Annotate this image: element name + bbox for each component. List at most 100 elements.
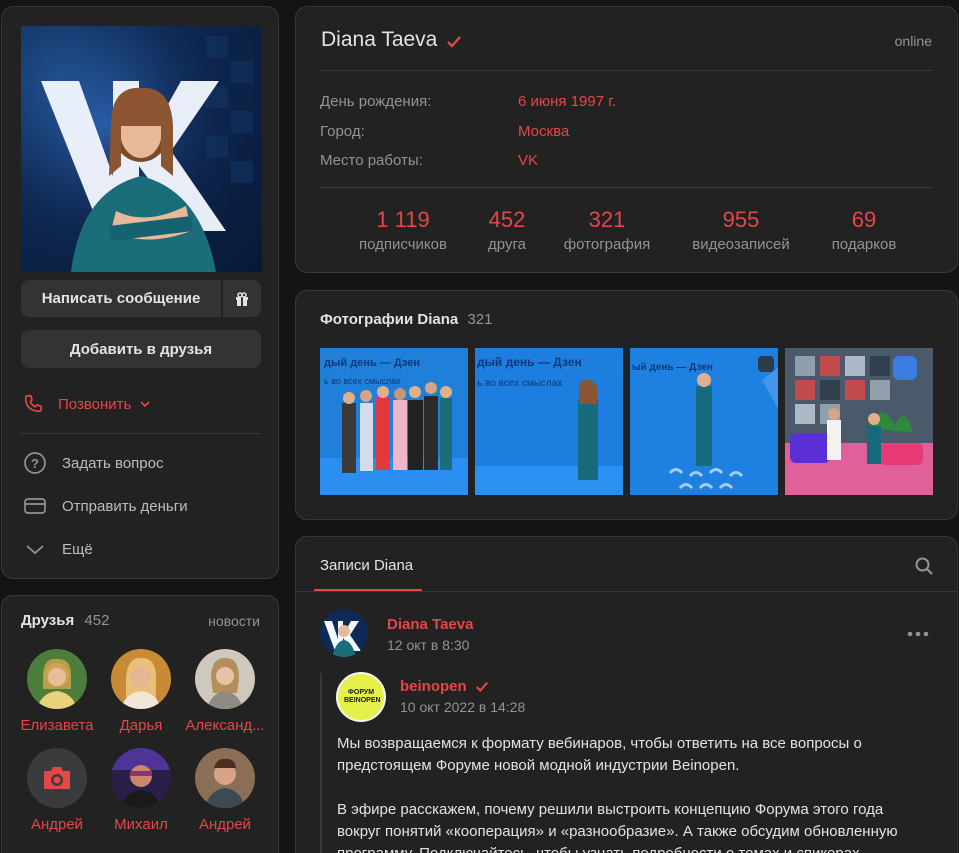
- stat-videos[interactable]: 955 видеозаписей: [679, 207, 803, 253]
- friends-count: 452: [84, 612, 110, 629]
- add-friend-label: Добавить в друзья: [69, 340, 213, 358]
- friend-name: Елизавета: [20, 717, 94, 734]
- work-link[interactable]: VK: [518, 152, 538, 169]
- repost-author-avatar[interactable]: ФОРУМ BEINOPEN: [336, 672, 386, 722]
- friend-name: Дарья: [119, 717, 163, 734]
- divider: [320, 187, 933, 188]
- friend-item[interactable]: Александ...: [183, 649, 267, 734]
- tab-wall-posts[interactable]: Записи Diana: [320, 557, 413, 574]
- friend-avatar: [195, 649, 255, 709]
- profile-photo[interactable]: [21, 26, 262, 272]
- wallet-icon: [24, 498, 46, 514]
- chevron-down-icon: [26, 545, 44, 555]
- write-message-label: Написать сообщение: [41, 290, 201, 307]
- info-label: Место работы:: [320, 152, 423, 169]
- ask-question-label: Задать вопрос: [62, 454, 164, 472]
- friend-name: Андрей: [198, 816, 252, 833]
- profile-photo-image: [21, 26, 262, 272]
- write-message-button[interactable]: Написать сообщение: [21, 280, 221, 317]
- search-icon[interactable]: [914, 556, 934, 576]
- more-options-icon[interactable]: [907, 631, 929, 637]
- friend-avatar: [195, 748, 255, 808]
- photo-thumbnail[interactable]: [785, 348, 933, 495]
- verified-check-icon: [475, 681, 488, 692]
- profile-info-card: Diana Taeva online День рождения: 6 июня …: [295, 6, 958, 273]
- friends-header[interactable]: Друзья 452: [21, 612, 109, 629]
- phone-icon: [24, 394, 43, 413]
- photos-header[interactable]: Фотографии Diana 321: [320, 311, 492, 328]
- friend-item[interactable]: Андрей: [15, 748, 99, 833]
- birthday-link[interactable]: 6 июня 1997 г.: [518, 93, 616, 110]
- call-button[interactable]: Позвонить: [22, 389, 165, 419]
- send-money-label: Отправить деньги: [62, 497, 188, 515]
- send-money-button[interactable]: Отправить деньги: [22, 491, 188, 521]
- photos-count: 321: [467, 311, 493, 328]
- call-label: Позвонить: [58, 395, 132, 413]
- profile-header: Diana Taeva: [321, 28, 462, 52]
- friend-avatar: [111, 649, 171, 709]
- profile-name: Diana Taeva: [321, 28, 438, 51]
- stat-gifts[interactable]: 69 подарков: [820, 207, 908, 253]
- friends-news-link[interactable]: новости: [208, 613, 260, 629]
- banner-text: ый день — Дзен: [632, 362, 713, 373]
- stat-value: 69: [851, 207, 877, 232]
- stat-label: видеозаписей: [692, 236, 790, 253]
- banner-text: ь во всех смыслах: [324, 376, 401, 386]
- add-friend-button[interactable]: Добавить в друзья: [21, 330, 261, 368]
- repost-logo-text: ФОРУМ BEINOPEN: [344, 689, 381, 704]
- photos-title: Фотографии Diana: [320, 311, 459, 328]
- stat-followers[interactable]: 1 119 подписчиков: [349, 207, 457, 253]
- friend-avatar: [27, 748, 87, 808]
- repost-bar: [320, 673, 322, 853]
- photo-thumbnail[interactable]: ый день — Дзен: [630, 348, 778, 495]
- stat-value: 1 119: [376, 207, 430, 232]
- wall-card: Записи Diana Diana Taeva 12 окт в 8:30 Ф…: [295, 536, 958, 853]
- divider: [21, 433, 261, 434]
- stat-label: фотография: [563, 236, 651, 253]
- friends-card: Друзья 452 новости Елизавета Дарья Алекс…: [1, 595, 279, 853]
- gift-icon: [236, 291, 248, 306]
- divider: [296, 591, 957, 592]
- online-status: online: [894, 33, 932, 49]
- info-row-birthday: День рождения: 6 июня 1997 г.: [320, 93, 616, 110]
- profile-card: Написать сообщение Добавить в друзья Поз…: [1, 6, 279, 579]
- friend-item[interactable]: Андрей: [183, 748, 267, 833]
- repost-author-name: beinopen: [400, 678, 467, 695]
- post-time[interactable]: 12 окт в 8:30: [387, 637, 469, 653]
- post-author-name[interactable]: Diana Taeva: [387, 616, 473, 633]
- post-text: Мы возвращаемся к формату вебинаров, что…: [337, 733, 917, 853]
- friend-name: Александ...: [185, 717, 265, 734]
- friend-item[interactable]: Дарья: [99, 649, 183, 734]
- repost-author-row[interactable]: beinopen: [400, 678, 489, 695]
- post-paragraph: В эфире расскажем, почему решили выстрои…: [337, 801, 898, 853]
- svg-text:?: ?: [31, 456, 39, 471]
- banner-text: ь во всех смыслах: [477, 378, 562, 389]
- city-link[interactable]: Москва: [518, 123, 569, 140]
- ask-question-button[interactable]: ? Задать вопрос: [22, 448, 163, 478]
- more-button[interactable]: Ещё: [22, 534, 93, 564]
- gift-button[interactable]: [223, 280, 261, 317]
- stat-value: 452: [488, 207, 526, 232]
- friends-title: Друзья: [21, 612, 75, 629]
- divider: [320, 70, 933, 71]
- friend-avatar: [27, 649, 87, 709]
- photos-card: Фотографии Diana 321 дый день — Дзен ь в…: [295, 290, 958, 520]
- stat-label: подарков: [831, 236, 897, 253]
- camera-icon: [44, 767, 70, 789]
- stat-label: друга: [488, 236, 526, 253]
- banner-text: дый день — Дзен: [477, 355, 582, 369]
- more-label: Ещё: [62, 540, 93, 558]
- repost-time[interactable]: 10 окт 2022 в 14:28: [400, 699, 525, 715]
- friend-item[interactable]: Михаил: [99, 748, 183, 833]
- photo-thumbnail[interactable]: дый день — Дзен ь во всех смыслах: [475, 348, 623, 495]
- friend-avatar: [111, 748, 171, 808]
- question-icon: ?: [24, 452, 46, 474]
- info-row-work: Место работы: VK: [320, 152, 538, 169]
- friend-item[interactable]: Елизавета: [15, 649, 99, 734]
- stat-photos[interactable]: 321 фотография: [557, 207, 657, 253]
- post-author-avatar[interactable]: [320, 609, 368, 657]
- banner-text: дый день — Дзен: [324, 357, 420, 369]
- photo-thumbnail[interactable]: дый день — Дзен ь во всех смыслах: [320, 348, 468, 495]
- info-row-city: Город: Москва: [320, 123, 569, 140]
- stat-friends[interactable]: 452 друга: [472, 207, 542, 253]
